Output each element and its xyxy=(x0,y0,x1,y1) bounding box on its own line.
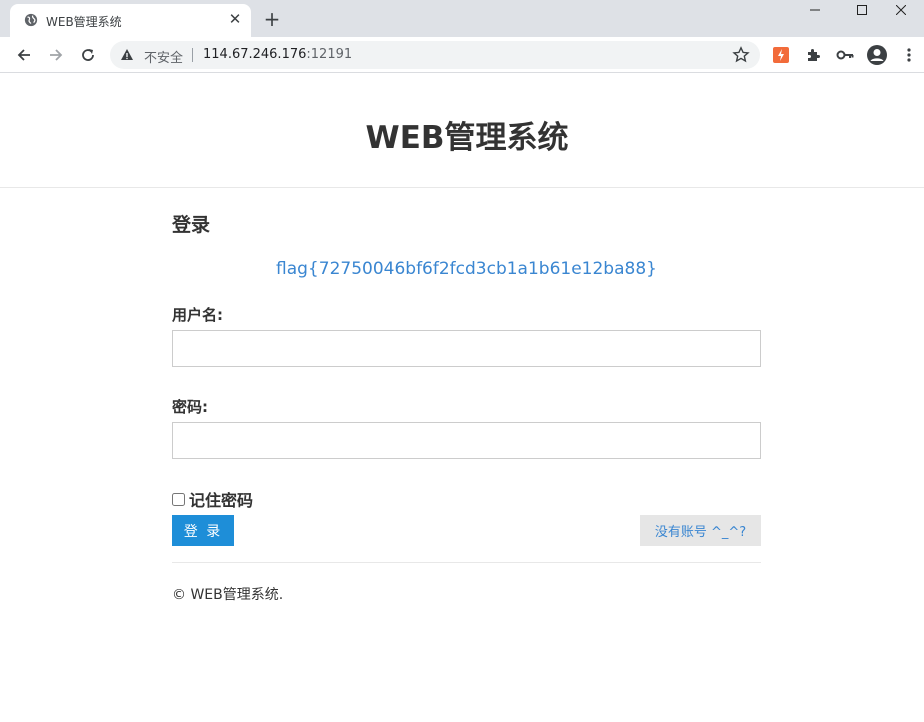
new-tab-icon[interactable]: + xyxy=(262,9,282,29)
login-button[interactable]: 登 录 xyxy=(172,515,234,546)
browser-toolbar: 不安全 114.67.246.176:12191 xyxy=(0,37,924,73)
password-label: 密码: xyxy=(172,398,208,416)
menu-kebab-icon[interactable] xyxy=(898,44,920,66)
omnibox-separator xyxy=(192,48,193,62)
back-icon[interactable] xyxy=(13,44,35,66)
flag-message: flag{72750046bf6f2fcd3cb1a1b61e12ba88} xyxy=(276,259,657,279)
browser-tab[interactable]: WEB管理系统 ✕ xyxy=(10,4,251,37)
remember-checkbox[interactable] xyxy=(172,492,185,506)
profile-avatar-icon[interactable] xyxy=(866,44,888,66)
password-input[interactable] xyxy=(172,422,761,459)
page-title: WEB管理系统 xyxy=(365,120,569,156)
url-host: 114.67.246.176 xyxy=(203,47,307,62)
footer-divider xyxy=(172,562,761,563)
register-button[interactable]: 没有账号 ^_^? xyxy=(640,515,761,546)
url-port: :12191 xyxy=(306,47,353,62)
web-page: WEB管理系统 登录 flag{72750046bf6f2fcd3cb1a1b6… xyxy=(0,74,924,722)
url-text[interactable]: 114.67.246.176:12191 xyxy=(203,47,352,62)
tab-close-icon[interactable]: ✕ xyxy=(227,11,243,27)
globe-icon xyxy=(24,13,38,27)
forward-icon[interactable] xyxy=(45,44,67,66)
username-input[interactable] xyxy=(172,330,761,367)
footer-copyright: © WEB管理系统. xyxy=(172,587,284,603)
page-header: WEB管理系统 xyxy=(0,74,924,188)
username-label: 用户名: xyxy=(172,306,223,324)
security-label[interactable]: 不安全 xyxy=(144,47,183,66)
window-close-icon[interactable] xyxy=(878,0,924,20)
browser-tabstrip: WEB管理系统 ✕ + xyxy=(0,0,924,37)
remember-label: 记住密码 xyxy=(189,491,254,510)
reload-icon[interactable] xyxy=(77,44,99,66)
warning-icon xyxy=(121,49,133,60)
remember-password[interactable]: 记住密码 xyxy=(172,487,253,511)
minimize-icon[interactable] xyxy=(792,0,838,20)
address-bar[interactable]: 不安全 114.67.246.176:12191 xyxy=(110,41,760,69)
login-heading: 登录 xyxy=(172,214,211,236)
tab-title: WEB管理系统 xyxy=(46,15,122,29)
puzzle-icon[interactable] xyxy=(802,44,824,66)
key-icon[interactable] xyxy=(834,44,856,66)
extension-icon[interactable] xyxy=(770,44,792,66)
bookmark-star-icon[interactable] xyxy=(732,46,750,64)
